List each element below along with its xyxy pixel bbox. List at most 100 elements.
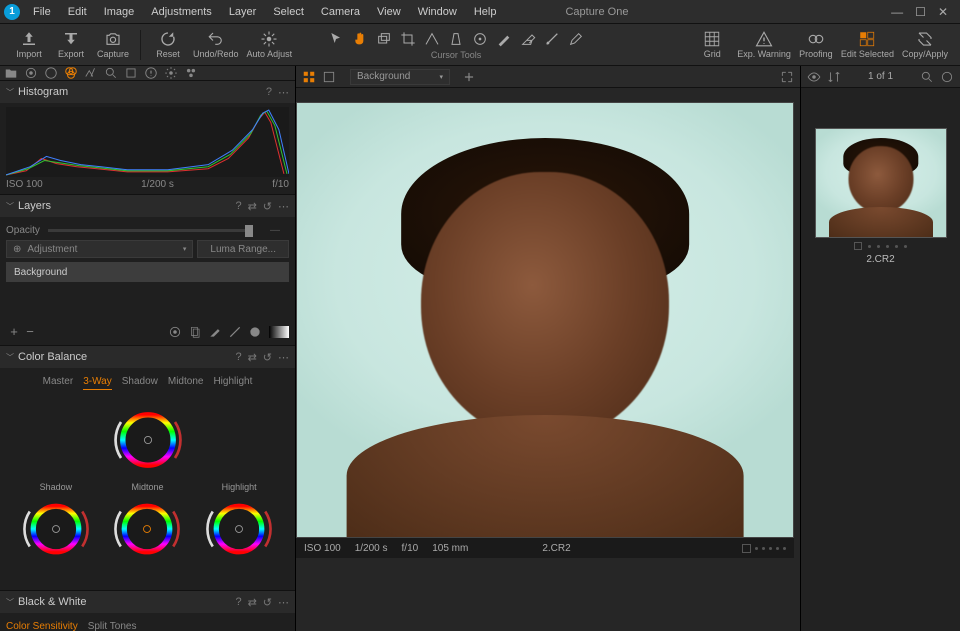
tab-color-sensitivity[interactable]: Color Sensitivity bbox=[6, 621, 78, 631]
lens-tab-icon[interactable] bbox=[44, 66, 58, 80]
maximize-button[interactable]: ☐ bbox=[915, 5, 926, 19]
copy-apply-button[interactable]: Copy/Apply bbox=[898, 25, 952, 65]
rotate-tool-icon[interactable] bbox=[424, 31, 440, 47]
help-icon[interactable]: ? bbox=[266, 86, 272, 99]
menu-camera[interactable]: Camera bbox=[313, 3, 368, 21]
copy-mask-icon[interactable] bbox=[188, 325, 202, 339]
mask-icon[interactable] bbox=[168, 325, 182, 339]
reset-icon[interactable]: ↺ bbox=[263, 351, 272, 364]
shadow-label: Shadow bbox=[40, 482, 73, 492]
menu-icon[interactable]: ⋯ bbox=[278, 86, 289, 99]
output-tab-icon[interactable] bbox=[164, 66, 178, 80]
radial-icon[interactable] bbox=[248, 325, 262, 339]
erase-icon[interactable] bbox=[228, 325, 242, 339]
batch-tab-icon[interactable] bbox=[184, 66, 198, 80]
hand-tool-icon[interactable] bbox=[352, 31, 368, 47]
collapse-icon[interactable]: ﹀ bbox=[6, 87, 14, 98]
edit-selected-button[interactable]: Edit Selected bbox=[837, 25, 898, 65]
spot-tool-icon[interactable] bbox=[472, 31, 488, 47]
sort-icon[interactable] bbox=[827, 70, 841, 84]
tab-3way[interactable]: 3-Way bbox=[83, 376, 112, 390]
brush-icon[interactable] bbox=[208, 325, 222, 339]
reset-button[interactable]: Reset bbox=[147, 25, 189, 65]
tab-shadow[interactable]: Shadow bbox=[122, 376, 158, 390]
exposure-warning-button[interactable]: Exp. Warning bbox=[733, 25, 795, 65]
fit-icon[interactable] bbox=[780, 70, 794, 84]
color-tab-icon[interactable] bbox=[64, 66, 78, 80]
thumbnail[interactable]: 2.CR2 bbox=[811, 128, 950, 265]
proofing-button[interactable]: Proofing bbox=[795, 25, 837, 65]
layer-background[interactable]: Background bbox=[6, 262, 289, 282]
image-rating[interactable] bbox=[742, 544, 786, 553]
opacity-slider[interactable] bbox=[48, 229, 253, 232]
menu-help[interactable]: Help bbox=[466, 3, 505, 21]
preset-icon[interactable]: ⇄ bbox=[248, 351, 257, 364]
zoom-tool-icon[interactable] bbox=[376, 31, 392, 47]
capture-button[interactable]: Capture bbox=[92, 25, 134, 65]
import-button[interactable]: Import bbox=[8, 25, 50, 65]
details-tab-icon[interactable] bbox=[104, 66, 118, 80]
exposure-tab-icon[interactable] bbox=[84, 66, 98, 80]
auto-adjust-button[interactable]: Auto Adjust bbox=[243, 25, 297, 65]
reset-icon[interactable]: ↺ bbox=[263, 200, 272, 213]
shadow-wheel[interactable] bbox=[21, 494, 91, 564]
preset-icon[interactable]: ⇄ bbox=[248, 200, 257, 213]
reset-icon[interactable]: ↺ bbox=[263, 596, 272, 609]
menu-layer[interactable]: Layer bbox=[221, 3, 265, 21]
help-icon[interactable]: ? bbox=[235, 200, 241, 213]
midtone-wheel[interactable] bbox=[112, 494, 182, 564]
collapse-icon[interactable]: ﹀ bbox=[6, 201, 14, 212]
gradient-icon[interactable] bbox=[269, 326, 289, 338]
highlight-wheel[interactable] bbox=[204, 494, 274, 564]
multiview-icon[interactable] bbox=[302, 70, 316, 84]
collapse-icon[interactable]: ﹀ bbox=[6, 352, 14, 363]
menu-view[interactable]: View bbox=[369, 3, 409, 21]
add-layer-button[interactable]: + bbox=[6, 324, 22, 339]
menu-file[interactable]: File bbox=[25, 3, 59, 21]
close-button[interactable]: ✕ bbox=[938, 5, 948, 19]
help-icon[interactable]: ? bbox=[235, 596, 241, 609]
menu-edit[interactable]: Edit bbox=[60, 3, 95, 21]
menu-window[interactable]: Window bbox=[410, 3, 465, 21]
singleview-icon[interactable] bbox=[322, 70, 336, 84]
keystone-tool-icon[interactable] bbox=[448, 31, 464, 47]
gradient-tool-icon[interactable] bbox=[544, 31, 560, 47]
menu-select[interactable]: Select bbox=[265, 3, 312, 21]
luma-range-button[interactable]: Luma Range... bbox=[197, 240, 289, 258]
tab-midtone[interactable]: Midtone bbox=[168, 376, 204, 390]
remove-layer-button[interactable]: − bbox=[22, 324, 38, 339]
eye-icon[interactable] bbox=[807, 70, 821, 84]
layer-dropdown[interactable]: Background▾ bbox=[350, 69, 450, 85]
menu-adjustments[interactable]: Adjustments bbox=[143, 3, 220, 21]
capture-tab-icon[interactable] bbox=[24, 66, 38, 80]
tab-split-tones[interactable]: Split Tones bbox=[88, 621, 137, 631]
help-icon[interactable]: ? bbox=[235, 351, 241, 364]
menu-icon[interactable]: ⋯ bbox=[278, 200, 289, 213]
minimize-button[interactable]: — bbox=[891, 5, 903, 19]
main-image[interactable] bbox=[296, 102, 794, 538]
menu-icon[interactable]: ⋯ bbox=[278, 351, 289, 364]
menu-image[interactable]: Image bbox=[96, 3, 143, 21]
filter-icon[interactable] bbox=[940, 70, 954, 84]
export-button[interactable]: Export bbox=[50, 25, 92, 65]
library-tab-icon[interactable] bbox=[4, 66, 18, 80]
midtone-wheel-large[interactable] bbox=[112, 404, 184, 476]
brush-tool-icon[interactable] bbox=[496, 31, 512, 47]
menu-icon[interactable]: ⋯ bbox=[278, 596, 289, 609]
picker-tool-icon[interactable] bbox=[568, 31, 584, 47]
metadata-tab-icon[interactable] bbox=[144, 66, 158, 80]
crop-tool-icon[interactable] bbox=[400, 31, 416, 47]
tab-highlight[interactable]: Highlight bbox=[213, 376, 252, 390]
eraser-tool-icon[interactable] bbox=[520, 31, 536, 47]
add-view-icon[interactable] bbox=[462, 70, 476, 84]
tab-master[interactable]: Master bbox=[43, 376, 74, 390]
preset-icon[interactable]: ⇄ bbox=[248, 596, 257, 609]
undo-redo-button[interactable]: Undo/Redo bbox=[189, 25, 243, 65]
layer-type-dropdown[interactable]: ⊕Adjustment▾ bbox=[6, 240, 193, 258]
collapse-icon[interactable]: ﹀ bbox=[6, 597, 14, 608]
info-aperture: f/10 bbox=[402, 543, 419, 554]
adjustments-tab-icon[interactable] bbox=[124, 66, 138, 80]
grid-button[interactable]: Grid bbox=[691, 25, 733, 65]
search-icon[interactable] bbox=[920, 70, 934, 84]
pointer-tool-icon[interactable] bbox=[328, 31, 344, 47]
